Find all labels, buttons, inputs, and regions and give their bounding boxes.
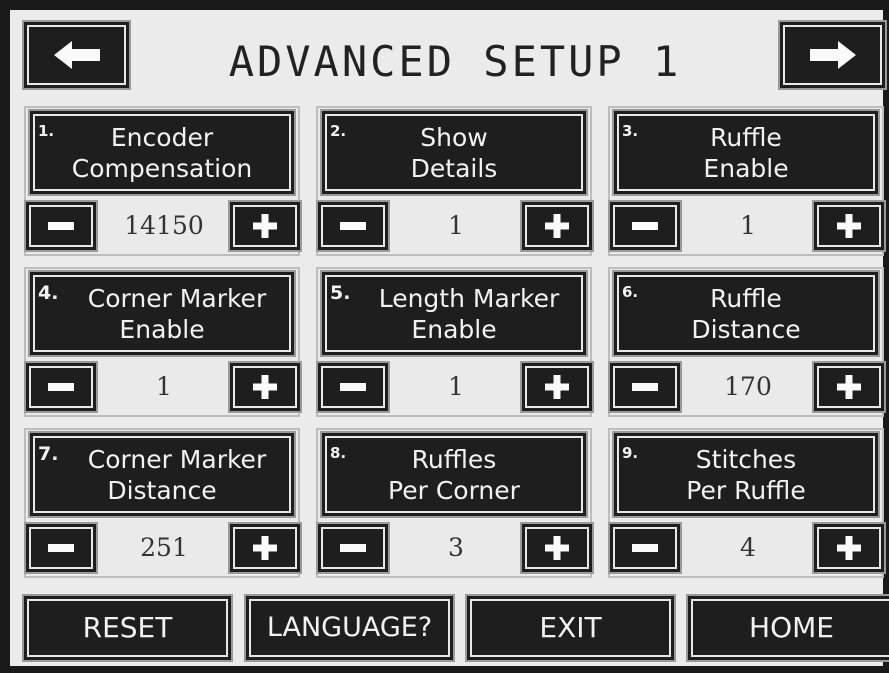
parameter-value: 14150 [124,211,204,240]
increment-button[interactable] [230,202,300,250]
decrement-button[interactable] [318,202,388,250]
parameter-value: 251 [140,533,188,562]
parameter-number: 6. [622,283,639,301]
parameter-label-button[interactable]: 8. Ruffles Per Corner [322,433,586,516]
decrement-button[interactable] [26,202,96,250]
parameter-cell: 8. Ruffles Per Corner 3 [316,428,592,580]
parameter-name-line2: Enable [703,153,789,183]
increment-button[interactable] [814,202,884,250]
increment-button[interactable] [814,363,884,411]
increment-button[interactable] [230,524,300,572]
increment-button[interactable] [522,202,592,250]
parameter-name-line2: Distance [107,475,217,505]
parameter-label-button[interactable]: 2. Show Details [322,111,586,194]
arrow-right-icon [809,41,856,69]
parameter-value: 1 [156,372,172,401]
decrement-button[interactable] [26,524,96,572]
parameter-name-line2: Distance [691,314,801,344]
parameter-cell: 6. Ruffle Distance 170 [608,267,884,419]
parameter-cell: 3. Ruffle Enable 1 [608,106,884,258]
parameter-label-button[interactable]: 3. Ruffle Enable [614,111,878,194]
parameter-cell: 1. Encoder Compensation 14150 [24,106,300,258]
decrement-button[interactable] [26,363,96,411]
parameter-name-line1: Length Marker [378,283,560,313]
parameter-value: 4 [740,533,756,562]
parameter-name-line1: Encoder [110,122,214,152]
parameter-value: 170 [724,372,772,401]
parameter-number: 1. [38,122,55,140]
parameter-name-line1: Ruffle [710,283,782,313]
parameter-name-line1: Stitches [695,444,797,474]
parameter-name-line2: Compensation [71,153,253,183]
parameter-number: 3. [622,122,639,140]
home-button[interactable]: HOME [688,596,889,660]
minus-icon [340,222,366,230]
parameter-number: 9. [622,444,639,462]
parameter-name-line1: Show [420,122,488,152]
minus-icon [48,222,74,230]
next-page-button[interactable] [780,22,885,88]
parameter-number: 2. [330,122,347,140]
increment-button[interactable] [522,363,592,411]
increment-button[interactable] [522,524,592,572]
minus-icon [632,383,658,391]
decrement-button[interactable] [610,524,680,572]
decrement-button[interactable] [610,202,680,250]
reset-button[interactable]: RESET [24,596,231,660]
parameter-cell: 9. Stitches Per Ruffle 4 [608,428,884,580]
increment-button[interactable] [814,524,884,572]
parameter-value: 1 [740,211,756,240]
parameter-label-button[interactable]: 5. Length Marker Enable [322,272,586,355]
parameter-label-button[interactable]: 7. Corner Marker Distance [30,433,294,516]
parameter-number: 7. [38,443,59,465]
minus-icon [48,383,74,391]
parameter-value: 1 [448,211,464,240]
parameter-name-line2: Per Corner [388,475,520,505]
decrement-button[interactable] [610,363,680,411]
minus-icon [632,222,658,230]
minus-icon [340,383,366,391]
parameter-label-button[interactable]: 4. Corner Marker Enable [30,272,294,355]
parameter-number: 4. [38,282,59,304]
parameter-value: 3 [448,533,464,562]
parameter-cell: 5. Length Marker Enable 1 [316,267,592,419]
parameter-number: 8. [330,444,347,462]
minus-icon [632,544,658,552]
parameter-name-line2: Enable [119,314,205,344]
parameter-cell: 4. Corner Marker Enable 1 [24,267,300,419]
parameter-name-line1: Ruffle [710,122,782,152]
page-title: ADVANCED SETUP 1 [228,37,682,86]
parameter-name-line1: Corner Marker [87,444,267,474]
minus-icon [340,544,366,552]
hmi-screen: ADVANCED SETUP 1 1. Encoder Compensation… [10,10,889,666]
parameter-label-button[interactable]: 9. Stitches Per Ruffle [614,433,878,516]
arrow-left-icon [53,41,100,69]
parameter-cell: 7. Corner Marker Distance 251 [24,428,300,580]
parameter-name-line1: Corner Marker [87,283,267,313]
parameter-cell: 2. Show Details 1 [316,106,592,258]
parameter-name-line1: Ruffles [411,444,497,474]
increment-button[interactable] [230,363,300,411]
decrement-button[interactable] [318,524,388,572]
parameter-label-button[interactable]: 6. Ruffle Distance [614,272,878,355]
parameter-number: 5. [330,282,351,304]
exit-button[interactable]: EXIT [467,596,674,660]
decrement-button[interactable] [318,363,388,411]
minus-icon [48,544,74,552]
parameter-label-button[interactable]: 1. Encoder Compensation [30,111,294,194]
language-button[interactable]: LANGUAGE? [246,596,453,660]
parameter-value: 1 [448,372,464,401]
parameter-name-line2: Details [410,153,498,183]
parameter-name-line2: Per Ruffle [686,475,806,505]
previous-page-button[interactable] [24,22,129,88]
parameter-name-line2: Enable [411,314,497,344]
